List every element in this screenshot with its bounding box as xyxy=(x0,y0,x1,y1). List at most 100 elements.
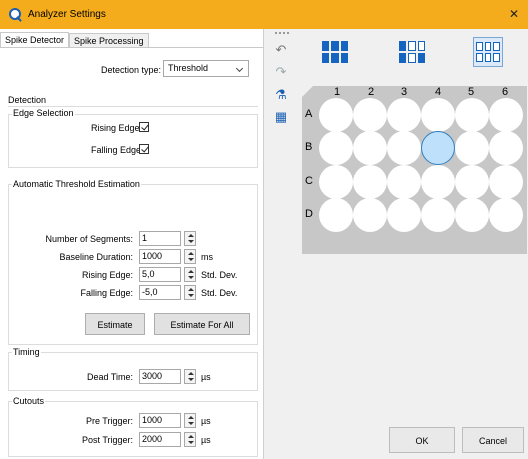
well-b6[interactable] xyxy=(489,131,523,165)
rising-edge-checkbox[interactable] xyxy=(139,122,149,132)
column-label: 1 xyxy=(333,86,341,98)
layout-outline-button[interactable] xyxy=(473,37,503,67)
well-b5[interactable] xyxy=(455,131,489,165)
well-d5[interactable] xyxy=(455,198,489,232)
layout-mixed-button[interactable] xyxy=(397,37,427,67)
well-a1[interactable] xyxy=(319,98,353,132)
estimate-for-all-button[interactable]: Estimate For All xyxy=(154,313,250,335)
column-label: 4 xyxy=(434,86,442,98)
detection-section-title: Detection xyxy=(8,95,47,105)
redo-icon[interactable]: ↷ xyxy=(274,65,288,79)
toolbar-grip[interactable] xyxy=(275,32,289,34)
well-c2[interactable] xyxy=(353,165,387,199)
edge-selection-title: Edge Selection xyxy=(12,108,75,118)
auto-threshold-title: Automatic Threshold Estimation xyxy=(12,179,141,189)
falling-edge-label: Falling Edge xyxy=(91,145,142,155)
rising-edge-label: Rising Edge xyxy=(91,123,140,133)
well-b2[interactable] xyxy=(353,131,387,165)
cutouts-title: Cutouts xyxy=(12,396,46,406)
well-d6[interactable] xyxy=(489,198,523,232)
falling-threshold-unit: Std. Dev. xyxy=(201,288,238,298)
pre-trigger-input[interactable]: 1000 xyxy=(139,413,181,428)
column-label: 2 xyxy=(367,86,375,98)
baseline-duration-label: Baseline Duration: xyxy=(59,252,133,262)
well-a4[interactable] xyxy=(421,98,455,132)
calculator-grid-icon[interactable]: ▦ xyxy=(274,110,288,124)
grid-filled-icon xyxy=(322,41,348,63)
chevron-down-icon xyxy=(235,64,244,73)
rising-threshold-stepper[interactable] xyxy=(184,267,196,282)
segments-label: Number of Segments: xyxy=(45,234,133,244)
pre-trigger-stepper[interactable] xyxy=(184,413,196,428)
post-trigger-label: Post Trigger: xyxy=(81,435,133,445)
well-a3[interactable] xyxy=(387,98,421,132)
dead-time-label: Dead Time: xyxy=(86,372,133,382)
column-label: 6 xyxy=(501,86,509,98)
estimate-button[interactable]: Estimate xyxy=(85,313,145,335)
well-d1[interactable] xyxy=(319,198,353,232)
segments-stepper[interactable] xyxy=(184,231,196,246)
pre-trigger-unit: µs xyxy=(201,416,211,426)
well-a6[interactable] xyxy=(489,98,523,132)
detection-type-value: Threshold xyxy=(168,63,209,73)
well-a5[interactable] xyxy=(455,98,489,132)
baseline-duration-stepper[interactable] xyxy=(184,249,196,264)
row-label: B xyxy=(305,141,313,153)
grid-mixed-icon xyxy=(399,41,425,63)
well-d3[interactable] xyxy=(387,198,421,232)
well-c1[interactable] xyxy=(319,165,353,199)
column-label: 3 xyxy=(400,86,408,98)
well-b3[interactable] xyxy=(387,131,421,165)
settings-panel: Spike Detector Spike Processing Detectio… xyxy=(0,29,264,459)
baseline-duration-input[interactable]: 1000 xyxy=(139,249,181,264)
falling-threshold-stepper[interactable] xyxy=(184,285,196,300)
search-icon xyxy=(9,7,23,22)
dead-time-input[interactable]: 3000 xyxy=(139,369,181,384)
grid-outline-icon xyxy=(476,42,500,62)
cancel-button[interactable]: Cancel xyxy=(462,427,524,453)
title-bar: Analyzer Settings ✕ xyxy=(0,0,528,29)
segments-input[interactable]: 1 xyxy=(139,231,181,246)
rising-threshold-input[interactable]: 5,0 xyxy=(139,267,181,282)
pre-trigger-label: Pre Trigger: xyxy=(85,416,133,426)
flask-icon[interactable]: ⚗ xyxy=(274,88,288,102)
well-c6[interactable] xyxy=(489,165,523,199)
well-b1[interactable] xyxy=(319,131,353,165)
tab-spike-detector[interactable]: Spike Detector xyxy=(0,32,70,48)
post-trigger-unit: µs xyxy=(201,435,211,445)
well-b4[interactable] xyxy=(421,131,455,165)
well-a2[interactable] xyxy=(353,98,387,132)
ok-button[interactable]: OK xyxy=(389,427,455,453)
dead-time-unit: µs xyxy=(201,372,211,382)
falling-threshold-input[interactable]: -5,0 xyxy=(139,285,181,300)
post-trigger-stepper[interactable] xyxy=(184,432,196,447)
falling-edge-checkbox[interactable] xyxy=(139,144,149,154)
dead-time-stepper[interactable] xyxy=(184,369,196,384)
well-d2[interactable] xyxy=(353,198,387,232)
close-icon[interactable]: ✕ xyxy=(506,6,522,22)
row-label: C xyxy=(305,175,313,187)
detection-divider xyxy=(8,106,258,107)
well-c4[interactable] xyxy=(421,165,455,199)
window-title: Analyzer Settings xyxy=(28,9,106,20)
undo-icon[interactable]: ↶ xyxy=(274,43,288,57)
well-c3[interactable] xyxy=(387,165,421,199)
plate-view: 1 2 3 4 5 6 A B C D OK Cancel xyxy=(298,29,528,459)
tab-bar: Spike Detector Spike Processing xyxy=(0,32,149,48)
layout-filled-button[interactable] xyxy=(320,37,350,67)
spike-detector-content: Detection type: Threshold Detection Edge… xyxy=(0,47,263,459)
rising-threshold-label: Rising Edge: xyxy=(81,270,133,280)
falling-threshold-label: Falling Edge: xyxy=(80,288,133,298)
post-trigger-input[interactable]: 2000 xyxy=(139,432,181,447)
cutouts-group: Cutouts xyxy=(8,396,258,457)
baseline-duration-unit: ms xyxy=(201,252,213,262)
rising-threshold-unit: Std. Dev. xyxy=(201,270,238,280)
row-label: D xyxy=(305,208,313,220)
side-toolbar: ↶ ↷ ⚗ ▦ xyxy=(264,29,298,459)
tab-spike-processing[interactable]: Spike Processing xyxy=(69,33,149,48)
well-d4[interactable] xyxy=(421,198,455,232)
row-label: A xyxy=(305,108,313,120)
column-label: 5 xyxy=(467,86,475,98)
well-c5[interactable] xyxy=(455,165,489,199)
detection-type-select[interactable]: Threshold xyxy=(163,60,249,77)
